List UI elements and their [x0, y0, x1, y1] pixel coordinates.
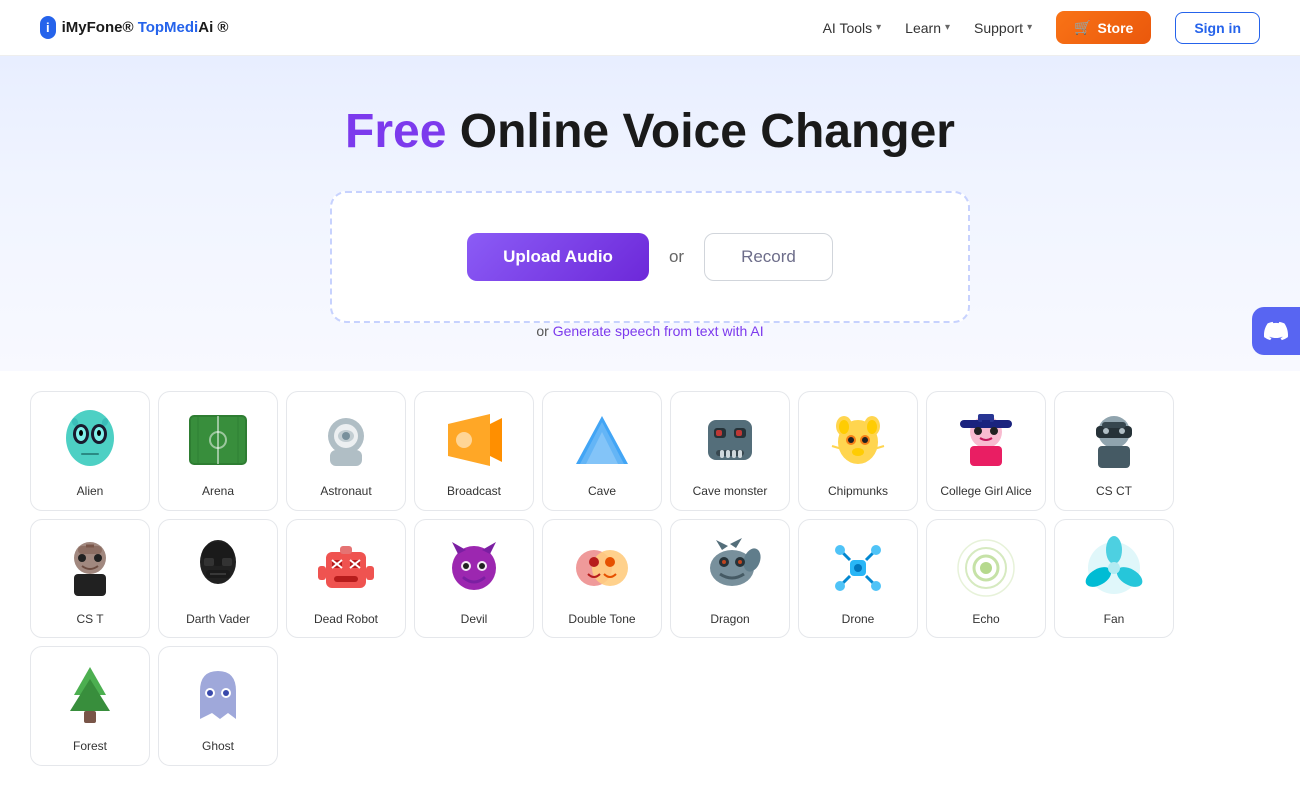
voice-icon-ghost — [182, 659, 254, 731]
voice-icon-chipmunks — [822, 404, 894, 476]
voice-icon-dead-robot — [310, 532, 382, 604]
learn-label: Learn — [905, 20, 941, 36]
support-label: Support — [974, 20, 1023, 36]
voice-icon-fan — [1078, 532, 1150, 604]
voice-label-dead-robot: Dead Robot — [314, 612, 378, 628]
ai-tools-menu[interactable]: AI Tools ▾ — [823, 20, 882, 36]
voice-card-devil[interactable]: Devil — [414, 519, 534, 639]
voice-label-astronaut: Astronaut — [320, 484, 371, 500]
voice-label-cave: Cave — [588, 484, 616, 500]
voice-icon-arena — [182, 404, 254, 476]
ai-tools-chevron-icon: ▾ — [876, 22, 881, 33]
voice-icon-broadcast — [438, 404, 510, 476]
voice-card-ghost[interactable]: Ghost — [158, 646, 278, 766]
hero-section: Free Online Voice Changer Upload Audio o… — [0, 56, 1300, 371]
voice-card-darth-vader[interactable]: Darth Vader — [158, 519, 278, 639]
voice-icon-echo — [950, 532, 1022, 604]
hero-title: Free Online Voice Changer — [345, 104, 955, 159]
voice-label-cave-monster: Cave monster — [693, 484, 768, 500]
voice-icon-csct — [1078, 404, 1150, 476]
hero-title-free: Free — [345, 105, 446, 158]
voice-icon-devil — [438, 532, 510, 604]
voice-icon-drone — [822, 532, 894, 604]
store-button[interactable]: 🛒 Store — [1056, 11, 1151, 44]
voice-icon-astronaut — [310, 404, 382, 476]
voice-label-cst: CS T — [76, 612, 103, 628]
logo-icon-box: i — [40, 16, 56, 39]
voice-card-drone[interactable]: Drone — [798, 519, 918, 639]
discord-icon — [1264, 319, 1288, 343]
or-separator: or — [669, 247, 684, 267]
voice-label-echo: Echo — [972, 612, 999, 628]
voice-card-alien[interactable]: Alien — [30, 391, 150, 511]
voice-section: Alien Arena Astronaut Broadcast Cave Cave mon… — [0, 371, 1300, 806]
learn-menu[interactable]: Learn ▾ — [905, 20, 950, 36]
voice-card-chipmunks[interactable]: Chipmunks — [798, 391, 918, 511]
learn-chevron-icon: ▾ — [945, 22, 950, 33]
voice-label-alien: Alien — [77, 484, 104, 500]
voice-icon-alien — [54, 404, 126, 476]
voice-card-echo[interactable]: Echo — [926, 519, 1046, 639]
voice-icon-darth-vader — [182, 532, 254, 604]
voice-card-cave[interactable]: Cave — [542, 391, 662, 511]
voice-icon-dragon — [694, 532, 766, 604]
voice-grid: Alien Arena Astronaut Broadcast Cave Cave mon… — [30, 391, 1270, 766]
upload-audio-button[interactable]: Upload Audio — [467, 233, 649, 281]
hero-title-rest: Online Voice Changer — [446, 105, 955, 158]
voice-label-dragon: Dragon — [710, 612, 749, 628]
voice-label-darth-vader: Darth Vader — [186, 612, 250, 628]
store-icon: 🛒 — [1074, 19, 1091, 36]
support-chevron-icon: ▾ — [1027, 22, 1032, 33]
support-menu[interactable]: Support ▾ — [974, 20, 1032, 36]
voice-label-ghost: Ghost — [202, 739, 234, 755]
voice-label-broadcast: Broadcast — [447, 484, 501, 500]
discord-fab[interactable] — [1252, 307, 1300, 355]
generate-text: or Generate speech from text with AI — [536, 323, 763, 339]
voice-label-forest: Forest — [73, 739, 107, 755]
navbar: i iMyFone® TopMediAi ® AI Tools ▾ Learn … — [0, 0, 1300, 56]
voice-card-cst[interactable]: CS T — [30, 519, 150, 639]
store-label: Store — [1098, 20, 1134, 36]
record-button[interactable]: Record — [704, 233, 833, 281]
voice-card-astronaut[interactable]: Astronaut — [286, 391, 406, 511]
voice-label-drone: Drone — [842, 612, 875, 628]
voice-card-broadcast[interactable]: Broadcast — [414, 391, 534, 511]
nav-right: AI Tools ▾ Learn ▾ Support ▾ 🛒 Store Sig… — [823, 11, 1260, 44]
voice-card-double-tone[interactable]: Double Tone — [542, 519, 662, 639]
voice-card-fan[interactable]: Fan — [1054, 519, 1174, 639]
voice-icon-double-tone — [566, 532, 638, 604]
generate-link[interactable]: Generate speech from text with AI — [553, 323, 764, 339]
upload-box: Upload Audio or Record — [330, 191, 970, 323]
generate-prefix: or — [536, 323, 552, 339]
voice-label-fan: Fan — [1104, 612, 1125, 628]
voice-icon-cave-monster — [694, 404, 766, 476]
upload-row: Upload Audio or Record — [467, 233, 833, 281]
logo: i iMyFone® TopMediAi ® — [40, 16, 228, 39]
voice-card-cave-monster[interactable]: Cave monster — [670, 391, 790, 511]
voice-icon-cave — [566, 404, 638, 476]
voice-label-csct: CS CT — [1096, 484, 1132, 500]
voice-label-arena: Arena — [202, 484, 234, 500]
voice-label-chipmunks: Chipmunks — [828, 484, 888, 500]
logo-text: iMyFone® TopMediAi ® — [62, 19, 229, 36]
voice-icon-cst — [54, 532, 126, 604]
signin-button[interactable]: Sign in — [1175, 12, 1260, 44]
ai-tools-label: AI Tools — [823, 20, 873, 36]
voice-card-dead-robot[interactable]: Dead Robot — [286, 519, 406, 639]
voice-card-dragon[interactable]: Dragon — [670, 519, 790, 639]
voice-icon-college-girl — [950, 404, 1022, 476]
voice-label-devil: Devil — [461, 612, 488, 628]
voice-card-csct[interactable]: CS CT — [1054, 391, 1174, 511]
voice-card-forest[interactable]: Forest — [30, 646, 150, 766]
voice-card-college-girl[interactable]: College Girl Alice — [926, 391, 1046, 511]
voice-label-double-tone: Double Tone — [568, 612, 635, 628]
logo-icon-text: i — [46, 20, 50, 35]
voice-icon-forest — [54, 659, 126, 731]
voice-card-arena[interactable]: Arena — [158, 391, 278, 511]
voice-label-college-girl: College Girl Alice — [940, 484, 1031, 500]
